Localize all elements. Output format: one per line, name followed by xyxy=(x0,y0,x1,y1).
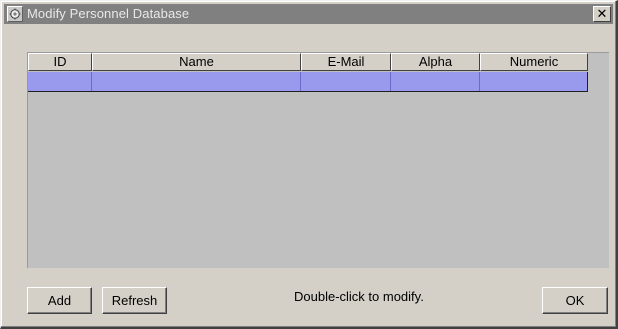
modify-hint-text: Double-click to modify. xyxy=(294,289,424,304)
app-icon xyxy=(7,6,23,22)
close-button[interactable]: ✕ xyxy=(593,6,611,22)
window-title: Modify Personnel Database xyxy=(27,6,190,21)
column-header-id[interactable]: ID xyxy=(28,53,92,71)
add-button[interactable]: Add xyxy=(27,287,92,314)
refresh-button[interactable]: Refresh xyxy=(102,287,167,314)
cell-email xyxy=(301,72,391,91)
cell-name xyxy=(92,72,301,91)
title-bar[interactable]: Modify Personnel Database ✕ xyxy=(4,4,613,24)
ok-button[interactable]: OK xyxy=(542,287,608,314)
modify-personnel-dialog: Modify Personnel Database ✕ ID Name E-Ma… xyxy=(0,0,618,329)
cell-alpha xyxy=(391,72,480,91)
cell-id xyxy=(28,72,92,91)
column-header-alpha[interactable]: Alpha xyxy=(391,53,480,71)
personnel-list[interactable]: ID Name E-Mail Alpha Numeric xyxy=(27,52,609,268)
close-icon: ✕ xyxy=(596,6,608,21)
column-header-numeric[interactable]: Numeric xyxy=(480,53,588,71)
column-header-name[interactable]: Name xyxy=(92,53,301,71)
table-row[interactable] xyxy=(28,72,588,92)
column-header-email[interactable]: E-Mail xyxy=(301,53,391,71)
